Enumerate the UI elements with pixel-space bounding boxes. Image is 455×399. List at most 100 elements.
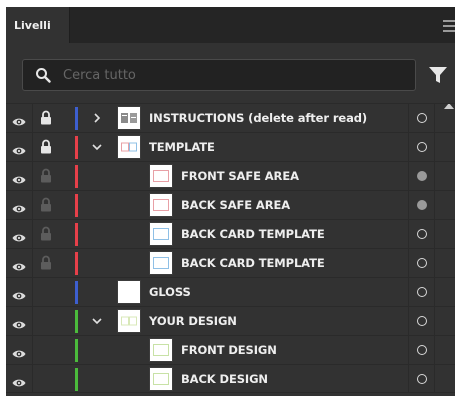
layer-color-bar bbox=[75, 136, 78, 159]
eye-icon bbox=[12, 373, 26, 392]
layer-thumbnail bbox=[117, 135, 141, 159]
layer-target[interactable] bbox=[408, 278, 435, 306]
layer-row[interactable]: BACK DESIGN bbox=[6, 364, 455, 393]
visibility-toggle[interactable] bbox=[6, 336, 32, 364]
layers-panel: Livelli INSTRUCTIONS (delete after read)… bbox=[6, 7, 455, 396]
layer-thumbnail bbox=[149, 193, 173, 217]
menu-icon[interactable] bbox=[443, 20, 455, 35]
target-circle-icon bbox=[417, 374, 427, 384]
layer-thumbnail bbox=[149, 222, 173, 246]
lock-toggle[interactable] bbox=[32, 133, 58, 161]
layer-row[interactable]: FRONT DESIGN bbox=[6, 335, 455, 364]
chevron-down-icon[interactable] bbox=[90, 314, 104, 328]
layer-color-bar bbox=[75, 281, 78, 304]
visibility-toggle[interactable] bbox=[6, 104, 32, 132]
lock-toggle[interactable] bbox=[32, 191, 58, 219]
target-circle-icon bbox=[417, 287, 427, 297]
layer-color-bar bbox=[75, 107, 78, 130]
visibility-toggle[interactable] bbox=[6, 220, 32, 248]
layer-row[interactable]: FRONT SAFE AREA bbox=[6, 161, 455, 190]
visibility-toggle[interactable] bbox=[6, 162, 32, 190]
target-circle-icon bbox=[417, 229, 427, 239]
layer-target[interactable] bbox=[408, 307, 435, 335]
layer-name[interactable]: FRONT SAFE AREA bbox=[181, 169, 299, 183]
layer-name[interactable]: INSTRUCTIONS (delete after read) bbox=[149, 111, 367, 125]
lock-toggle[interactable] bbox=[32, 336, 58, 364]
layer-target[interactable] bbox=[408, 336, 435, 364]
lock-toggle[interactable] bbox=[32, 249, 58, 277]
filter-icon[interactable] bbox=[428, 65, 448, 85]
visibility-toggle[interactable] bbox=[6, 191, 32, 219]
layer-color-bar bbox=[75, 194, 78, 217]
search-input[interactable] bbox=[63, 60, 403, 90]
layer-color-bar bbox=[75, 223, 78, 246]
lock-toggle[interactable] bbox=[32, 307, 58, 335]
eye-icon bbox=[12, 170, 26, 189]
layer-row[interactable]: INSTRUCTIONS (delete after read) bbox=[6, 103, 455, 132]
layer-name[interactable]: BACK SAFE AREA bbox=[181, 198, 290, 212]
layer-target[interactable] bbox=[408, 104, 435, 132]
lock-icon bbox=[40, 110, 52, 129]
eye-icon bbox=[12, 315, 26, 334]
layer-thumbnail bbox=[149, 164, 173, 188]
layer-name[interactable]: BACK DESIGN bbox=[181, 372, 268, 386]
visibility-toggle[interactable] bbox=[6, 133, 32, 161]
lock-icon bbox=[40, 139, 52, 158]
layer-target[interactable] bbox=[408, 133, 435, 161]
lock-toggle[interactable] bbox=[32, 365, 58, 393]
target-circle-icon bbox=[417, 142, 427, 152]
eye-icon bbox=[12, 199, 26, 218]
layer-name[interactable]: TEMPLATE bbox=[149, 140, 215, 154]
lock-toggle[interactable] bbox=[32, 162, 58, 190]
chevron-down-icon[interactable] bbox=[90, 140, 104, 154]
layer-thumbnail bbox=[149, 367, 173, 391]
lock-icon bbox=[40, 168, 52, 187]
visibility-toggle[interactable] bbox=[6, 278, 32, 306]
target-circle-icon bbox=[417, 171, 427, 181]
tab-layers[interactable]: Livelli bbox=[6, 7, 70, 43]
layer-name[interactable]: GLOSS bbox=[149, 285, 191, 299]
layer-row[interactable]: BACK CARD TEMPLATE bbox=[6, 219, 455, 248]
eye-icon bbox=[12, 112, 26, 131]
search-icon[interactable] bbox=[35, 67, 51, 83]
eye-icon bbox=[12, 141, 26, 160]
layer-list: INSTRUCTIONS (delete after read) TEMPLATE… bbox=[6, 103, 455, 393]
target-circle-icon bbox=[417, 345, 427, 355]
layer-name[interactable]: BACK CARD TEMPLATE bbox=[181, 227, 325, 241]
layer-thumbnail bbox=[117, 309, 141, 333]
layer-target[interactable] bbox=[408, 365, 435, 393]
layer-row[interactable]: YOUR DESIGN bbox=[6, 306, 455, 335]
layer-color-bar bbox=[75, 368, 78, 391]
layer-name[interactable]: BACK CARD TEMPLATE bbox=[181, 256, 325, 270]
layer-row[interactable]: BACK SAFE AREA bbox=[6, 190, 455, 219]
chevron-right-icon[interactable] bbox=[90, 111, 104, 125]
lock-toggle[interactable] bbox=[32, 104, 58, 132]
layer-target[interactable] bbox=[408, 220, 435, 248]
layer-target[interactable] bbox=[408, 249, 435, 277]
layer-color-bar bbox=[75, 252, 78, 275]
layer-color-bar bbox=[75, 165, 78, 188]
layer-thumbnail bbox=[117, 106, 141, 130]
search-box bbox=[22, 59, 416, 91]
eye-icon bbox=[12, 286, 26, 305]
target-circle-icon bbox=[417, 316, 427, 326]
layer-row[interactable]: GLOSS bbox=[6, 277, 455, 306]
eye-icon bbox=[12, 344, 26, 363]
lock-icon bbox=[40, 197, 52, 216]
layer-row[interactable]: TEMPLATE bbox=[6, 132, 455, 161]
visibility-toggle[interactable] bbox=[6, 249, 32, 277]
layer-name[interactable]: YOUR DESIGN bbox=[149, 314, 237, 328]
lock-toggle[interactable] bbox=[32, 220, 58, 248]
layer-target[interactable] bbox=[408, 191, 435, 219]
visibility-toggle[interactable] bbox=[6, 307, 32, 335]
lock-toggle[interactable] bbox=[32, 278, 58, 306]
target-circle-icon bbox=[417, 258, 427, 268]
layer-row[interactable]: BACK CARD TEMPLATE bbox=[6, 248, 455, 277]
layer-name[interactable]: FRONT DESIGN bbox=[181, 343, 277, 357]
panel-tab-bar: Livelli bbox=[6, 7, 455, 43]
eye-icon bbox=[12, 228, 26, 247]
layer-target[interactable] bbox=[408, 162, 435, 190]
visibility-toggle[interactable] bbox=[6, 365, 32, 393]
layer-thumbnail bbox=[117, 280, 141, 304]
lock-icon bbox=[40, 255, 52, 274]
